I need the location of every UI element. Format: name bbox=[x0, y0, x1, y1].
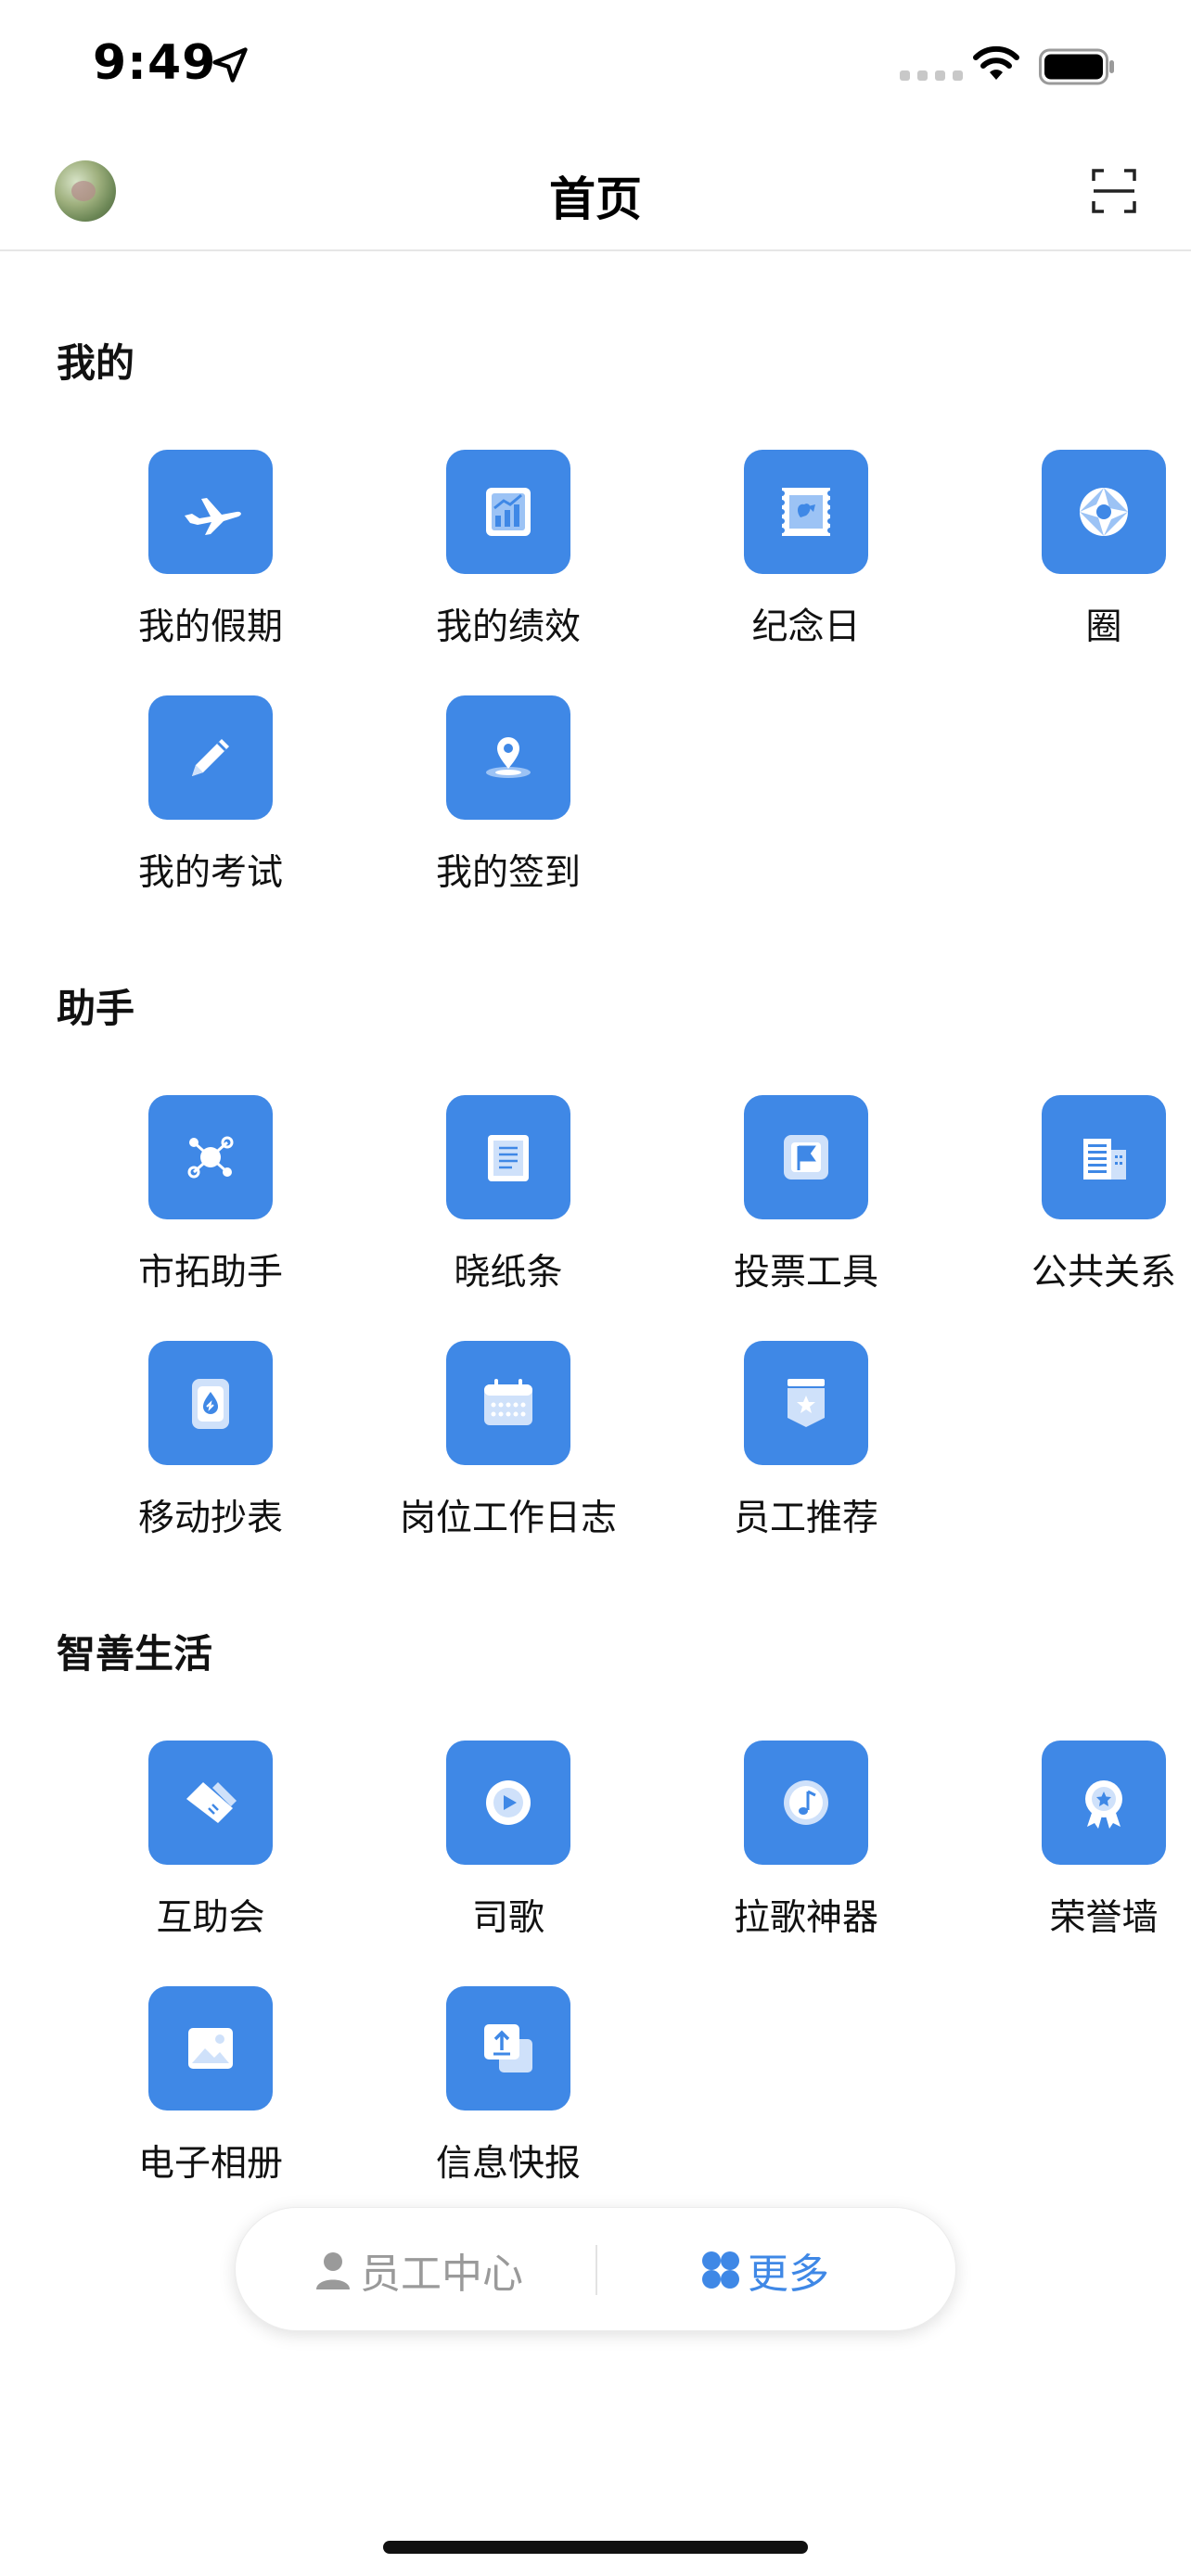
tile-label: 司歌 bbox=[471, 1897, 544, 1939]
tile-label: 拉歌神器 bbox=[733, 1897, 878, 1939]
home-screen: 9:49 首页 我的 我的假期 我的绩效 纪念日 圈 我的考试 我的签到 助手 … bbox=[0, 0, 1191, 2576]
pencil-icon bbox=[192, 739, 229, 776]
tile-employee-recommend[interactable]: 员工推荐 bbox=[683, 1341, 942, 1545]
tile-info-report[interactable]: 信息快报 bbox=[385, 1986, 645, 2190]
tile-label: 投票工具 bbox=[733, 1252, 878, 1294]
status-bar: 9:49 bbox=[0, 0, 1191, 134]
tile-market-assistant[interactable]: 市拓助手 bbox=[87, 1095, 347, 1299]
scan-icon[interactable] bbox=[1091, 168, 1137, 214]
wifi-icon bbox=[973, 45, 1019, 80]
tile-label: 我的签到 bbox=[435, 852, 581, 894]
bottom-tab-pill: 员工中心 更多 bbox=[235, 2207, 956, 2331]
tile-label: 电子相册 bbox=[137, 2143, 283, 2185]
upload-report-icon bbox=[484, 2024, 532, 2072]
water-meter-icon bbox=[192, 1379, 229, 1429]
tile-note[interactable]: 晓纸条 bbox=[385, 1095, 645, 1299]
tab-label: 员工中心 bbox=[360, 2251, 523, 2298]
network-hub-icon bbox=[187, 1136, 234, 1179]
divider bbox=[596, 2245, 597, 2295]
photo-album-icon bbox=[188, 2028, 233, 2069]
tile-honor-wall[interactable]: 荣誉墙 bbox=[980, 1741, 1191, 1945]
tile-label: 公共关系 bbox=[1031, 1252, 1176, 1294]
tile-song-tool[interactable]: 拉歌神器 bbox=[683, 1741, 942, 1945]
home-indicator bbox=[383, 2541, 808, 2554]
tile-vote-tool[interactable]: 投票工具 bbox=[683, 1095, 942, 1299]
status-time: 9:49 bbox=[93, 35, 217, 91]
music-note-icon bbox=[784, 1780, 828, 1825]
location-arrow-icon bbox=[212, 47, 248, 83]
tile-label: 我的绩效 bbox=[435, 606, 581, 648]
tile-mobile-meter[interactable]: 移动抄表 bbox=[87, 1341, 347, 1545]
performance-chart-icon bbox=[486, 488, 531, 536]
airplane-icon bbox=[185, 498, 241, 535]
tile-label: 我的假期 bbox=[137, 606, 283, 648]
handshake-icon bbox=[186, 1782, 237, 1823]
tile-label: 市拓助手 bbox=[137, 1252, 283, 1294]
tile-mutual-aid[interactable]: 互助会 bbox=[87, 1741, 347, 1945]
cellular-signal-icon bbox=[900, 70, 963, 81]
battery-icon bbox=[1039, 48, 1114, 85]
tile-label: 晓纸条 bbox=[454, 1252, 563, 1294]
tab-label: 更多 bbox=[748, 2251, 829, 2298]
tab-employee-center[interactable]: 员工中心 bbox=[312, 2208, 523, 2332]
tile-public-relations[interactable]: 公共关系 bbox=[980, 1095, 1191, 1299]
tile-my-exam[interactable]: 我的考试 bbox=[87, 695, 347, 899]
location-pin-icon bbox=[486, 737, 531, 778]
page-title: 首页 bbox=[549, 172, 642, 226]
tile-label: 互助会 bbox=[156, 1897, 265, 1939]
star-badge-icon bbox=[788, 1379, 825, 1427]
play-icon bbox=[486, 1780, 531, 1825]
person-icon bbox=[316, 2252, 350, 2289]
section-title-assistant: 助手 bbox=[57, 986, 135, 1031]
tile-label: 岗位工作日志 bbox=[399, 1498, 617, 1539]
tile-my-vacation[interactable]: 我的假期 bbox=[87, 450, 347, 654]
vote-flag-icon bbox=[784, 1135, 828, 1180]
tile-label: 圈 bbox=[1085, 606, 1122, 648]
tile-label: 我的考试 bbox=[137, 852, 283, 894]
tile-label: 信息快报 bbox=[435, 2143, 581, 2185]
tile-label: 纪念日 bbox=[751, 606, 861, 648]
clover-grid-icon bbox=[702, 2251, 739, 2289]
tile-photo-album[interactable]: 电子相册 bbox=[87, 1986, 347, 2190]
tile-label: 员工推荐 bbox=[733, 1498, 878, 1539]
calendar-icon bbox=[484, 1379, 532, 1425]
building-icon bbox=[1083, 1139, 1126, 1180]
note-paper-icon bbox=[488, 1135, 529, 1181]
tile-label: 移动抄表 bbox=[137, 1498, 283, 1539]
tile-work-log[interactable]: 岗位工作日志 bbox=[385, 1341, 645, 1545]
tile-label: 荣誉墙 bbox=[1049, 1897, 1159, 1939]
section-title-life: 智善生活 bbox=[57, 1631, 213, 1677]
section-title-mine: 我的 bbox=[57, 340, 135, 386]
nav-bar: 首页 bbox=[0, 134, 1191, 251]
tile-circle[interactable]: 圈 bbox=[980, 450, 1191, 654]
tab-more[interactable]: 更多 bbox=[699, 2208, 829, 2332]
tile-company-song[interactable]: 司歌 bbox=[385, 1741, 645, 1945]
award-ribbon-icon bbox=[1085, 1780, 1122, 1829]
aperture-icon bbox=[1080, 488, 1128, 536]
tile-my-checkin[interactable]: 我的签到 bbox=[385, 695, 645, 899]
tile-anniversary[interactable]: 纪念日 bbox=[683, 450, 942, 654]
stamp-icon bbox=[779, 488, 833, 536]
tile-my-performance[interactable]: 我的绩效 bbox=[385, 450, 645, 654]
